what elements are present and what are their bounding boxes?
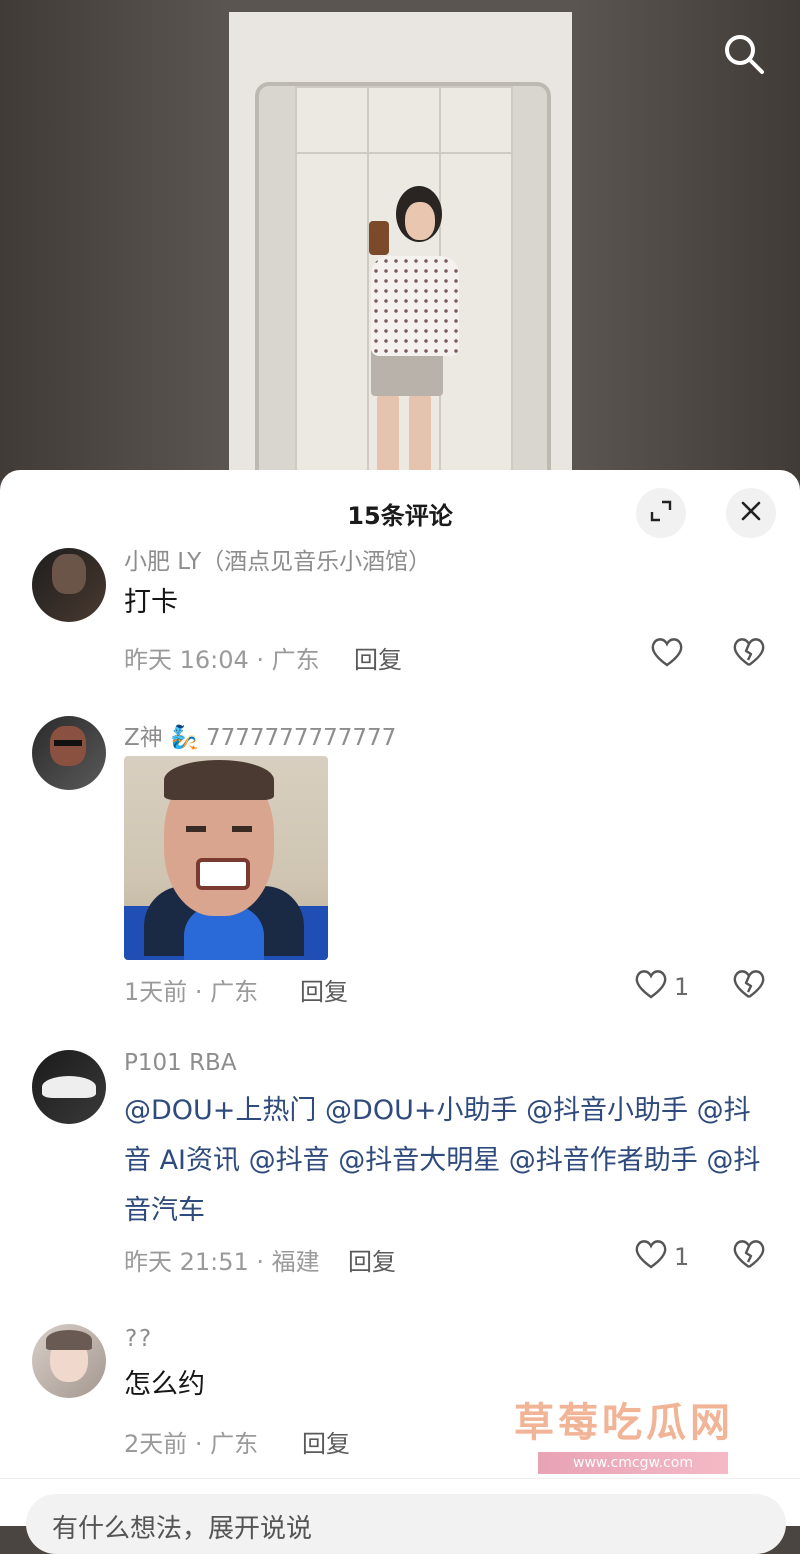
search-icon (722, 32, 766, 80)
heart-icon (634, 1238, 668, 1276)
comment-username[interactable]: 小肥 LY（酒点见音乐小酒馆） (124, 542, 431, 576)
comment-time-location: 昨天 21:51 · 福建 (124, 1248, 320, 1276)
comment-username[interactable]: ?? (124, 1326, 152, 1352)
heart-icon (634, 968, 668, 1006)
like-count: 1 (674, 1243, 690, 1271)
avatar[interactable] (32, 548, 106, 622)
watermark-url: www.cmcgw.com (538, 1452, 728, 1474)
avatar[interactable] (32, 1050, 106, 1124)
like-button[interactable] (650, 636, 690, 674)
broken-heart-icon (732, 638, 766, 672)
comment-username[interactable]: Z神 🧞 7777777777777 (124, 718, 396, 752)
site-watermark: 草莓吃瓜网 www.cmcgw.com (514, 1390, 754, 1480)
avatar[interactable] (32, 1324, 106, 1398)
heart-icon (650, 636, 684, 674)
comment-input-placeholder: 有什么想法，展开说说 (52, 1514, 313, 1544)
broken-heart-icon (732, 1240, 766, 1274)
comment-item: 小肥 LY（酒点见音乐小酒馆） 打卡 昨天 16:04 · 广东 回复 (0, 540, 800, 680)
reply-button[interactable]: 回复 (302, 1424, 350, 1459)
reply-button[interactable]: 回复 (348, 1242, 396, 1277)
mention-link[interactable]: @抖音大明星 (338, 1145, 500, 1176)
comment-time-location: 昨天 16:04 · 广东 (124, 646, 320, 674)
comment-item: Z神 🧞 7777777777777 1天前 · 广东 回复 1 (0, 710, 800, 1010)
comment-text: 怎么约 (124, 1369, 205, 1400)
close-icon (739, 499, 763, 527)
comment-username[interactable]: P101 RBA (124, 1050, 237, 1076)
broken-heart-icon (732, 970, 766, 1004)
close-button[interactable] (726, 488, 776, 538)
search-button[interactable] (718, 30, 770, 82)
comment-text: 打卡 (124, 587, 178, 618)
comment-sheet: 15条评论 小肥 LY（酒点见音乐小酒馆） 打卡 昨天 16:04 · 广东 回… (0, 470, 800, 1526)
mention-link[interactable]: @抖音作者助手 (509, 1145, 698, 1176)
like-button[interactable]: 1 (634, 1238, 689, 1276)
dislike-button[interactable] (732, 1238, 766, 1274)
dislike-button[interactable] (732, 968, 766, 1004)
comment-input[interactable]: 有什么想法，展开说说 (26, 1494, 786, 1554)
mention-link[interactable]: @DOU+上热门 (124, 1095, 316, 1126)
watermark-title: 草莓吃瓜网 (514, 1400, 734, 1446)
mirror-image (255, 82, 551, 480)
mention-link[interactable]: @DOU+小助手 (325, 1095, 517, 1126)
mention-link[interactable]: @抖音 (249, 1145, 330, 1176)
comment-time-location: 2天前 · 广东 (124, 1430, 259, 1458)
comment-mentions: @DOU+上热门 @DOU+小助手 @抖音小助手 @抖音 AI资讯 @抖音 @抖… (124, 1086, 764, 1236)
comment-item: P101 RBA @DOU+上热门 @DOU+小助手 @抖音小助手 @抖音 AI… (0, 1046, 800, 1276)
like-count: 1 (674, 973, 690, 1001)
expand-icon (649, 499, 673, 527)
mention-link[interactable]: @抖音小助手 (526, 1095, 688, 1126)
avatar[interactable] (32, 716, 106, 790)
expand-button[interactable] (636, 488, 686, 538)
reply-button[interactable]: 回复 (354, 640, 402, 675)
meme-face-sticker[interactable] (124, 756, 328, 960)
comment-time-location: 1天前 · 广东 (124, 978, 259, 1006)
video-player[interactable] (0, 0, 800, 480)
reply-button[interactable]: 回复 (300, 972, 348, 1007)
dislike-button[interactable] (732, 636, 766, 672)
like-button[interactable]: 1 (634, 968, 689, 1006)
video-frame (229, 12, 572, 480)
